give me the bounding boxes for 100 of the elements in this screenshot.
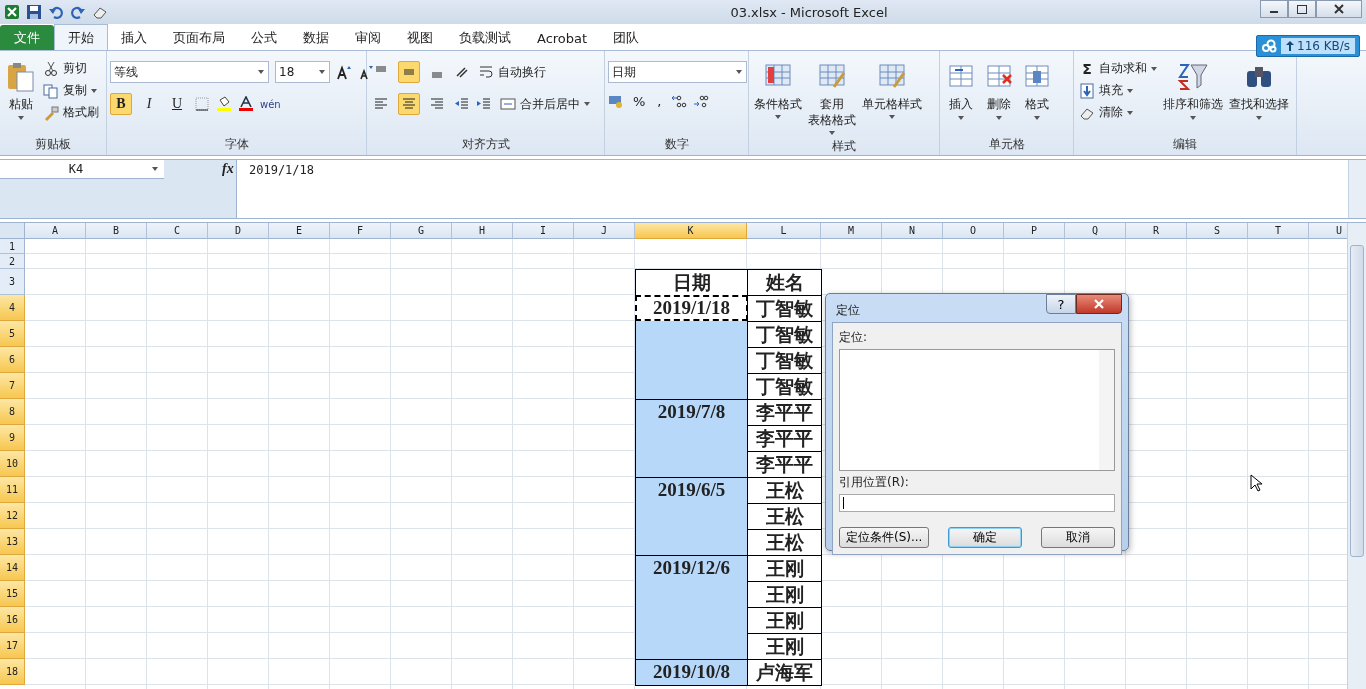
go-to-list[interactable] [839, 349, 1115, 471]
cells-button[interactable]: 格式 [1019, 59, 1055, 122]
row-header[interactable]: 9 [0, 425, 25, 451]
ribbon-tab[interactable]: 公式 [238, 26, 290, 50]
name-box[interactable]: K4 [0, 160, 164, 179]
currency-icon[interactable] [608, 93, 624, 109]
ribbon-tab[interactable]: 数据 [290, 26, 342, 50]
editing-button[interactable]: 查找和选择 [1227, 59, 1291, 122]
column-header[interactable]: O [943, 223, 1004, 239]
decrease-decimal-icon[interactable] [692, 93, 709, 109]
shrink-font-icon[interactable] [358, 64, 374, 80]
wrap-text-button[interactable]: 自动换行 [476, 62, 548, 82]
column-header[interactable]: H [452, 223, 513, 239]
close-button[interactable] [1316, 0, 1362, 18]
autosum-button[interactable]: Σ 自动求和 [1077, 59, 1159, 78]
ribbon-tab[interactable]: Acrobat [524, 26, 601, 50]
column-header[interactable]: S [1187, 223, 1248, 239]
redo-icon[interactable] [70, 4, 86, 20]
row-header[interactable]: 3 [0, 269, 25, 295]
fill-color-icon[interactable] [216, 96, 232, 112]
column-header[interactable]: T [1248, 223, 1309, 239]
font-style-button[interactable]: I [138, 93, 160, 115]
style-button[interactable]: 单元格样式 [860, 59, 924, 121]
horizontal-align-icon[interactable] [398, 93, 420, 115]
number-format-field[interactable]: 日期 [608, 61, 747, 83]
row-header[interactable]: 13 [0, 529, 25, 555]
column-header[interactable]: M [821, 223, 882, 239]
row-header[interactable]: 1 [0, 239, 25, 254]
font-color-icon[interactable] [238, 96, 254, 112]
copy-button[interactable]: 复制 [41, 81, 101, 100]
column-header[interactable]: G [391, 223, 452, 239]
style-button[interactable]: 条件格式 [752, 59, 804, 121]
row-header[interactable]: 18 [0, 659, 25, 685]
ribbon-tab[interactable]: 团队 [600, 26, 653, 50]
column-header[interactable]: N [882, 223, 943, 239]
column-header[interactable]: F [330, 223, 391, 239]
column-header[interactable]: B [86, 223, 147, 239]
row-header[interactable]: 12 [0, 503, 25, 529]
column-header[interactable]: E [269, 223, 330, 239]
row-header[interactable]: 14 [0, 555, 25, 581]
editing-button[interactable]: 排序和筛选 [1161, 59, 1225, 122]
merge-center-button[interactable]: 合并后居中 [498, 94, 592, 114]
column-header[interactable]: A [25, 223, 86, 239]
column-header[interactable]: D [208, 223, 269, 239]
row-header[interactable]: 17 [0, 633, 25, 659]
formula-field[interactable]: 2019/1/18 [237, 160, 1348, 218]
borders-icon[interactable] [194, 96, 210, 112]
row-header[interactable]: 11 [0, 477, 25, 503]
vertical-align-icon[interactable] [398, 61, 420, 83]
column-header[interactable]: K [635, 223, 747, 239]
minimize-button[interactable] [1260, 0, 1288, 18]
row-header[interactable]: 10 [0, 451, 25, 477]
help-button[interactable]: ? [1046, 294, 1076, 314]
cells-button[interactable]: 插入 [943, 59, 979, 122]
orientation-icon[interactable] [454, 64, 470, 80]
ribbon-tab[interactable]: 视图 [394, 26, 446, 50]
dialog-button[interactable]: 定位条件(S)... [839, 527, 930, 548]
fill-button[interactable]: 填充 [1077, 81, 1159, 100]
column-header[interactable]: R [1126, 223, 1187, 239]
close-button[interactable] [1076, 294, 1122, 314]
column-header[interactable]: P [1004, 223, 1065, 239]
column-header[interactable]: J [574, 223, 635, 239]
maximize-button[interactable] [1288, 0, 1316, 18]
ribbon-tab[interactable]: 插入 [108, 26, 160, 50]
column-header[interactable]: Q [1065, 223, 1126, 239]
cut-button[interactable]: 剪切 [41, 59, 101, 78]
row-header[interactable]: 15 [0, 581, 25, 607]
save-icon[interactable] [26, 4, 42, 20]
vertical-scrollbar[interactable] [1347, 223, 1366, 689]
paste-button[interactable]: 粘贴 [3, 59, 39, 122]
ribbon-tab[interactable]: 负载测试 [446, 26, 524, 50]
grow-font-icon[interactable] [336, 64, 352, 80]
row-header[interactable]: 4 [0, 295, 25, 321]
font-name-field[interactable]: 等线 [110, 61, 269, 83]
dialog-button[interactable]: 取消 [1041, 527, 1115, 548]
row-header[interactable]: 6 [0, 347, 25, 373]
style-button[interactable]: 套用 表格格式 [806, 59, 858, 137]
increase-decimal-icon[interactable] [670, 93, 687, 109]
column-header[interactable]: I [513, 223, 574, 239]
column-header[interactable]: C [147, 223, 208, 239]
row-header[interactable]: 5 [0, 321, 25, 347]
file-tab[interactable]: 文件 [0, 25, 54, 50]
column-header[interactable]: U [1309, 223, 1347, 239]
row-header[interactable]: 16 [0, 607, 25, 633]
ribbon-tab[interactable]: 开始 [54, 24, 108, 50]
formula-scrollbar[interactable] [1348, 160, 1366, 218]
row-header[interactable]: 2 [0, 254, 25, 269]
scroll-thumb[interactable] [1350, 245, 1364, 557]
column-header[interactable]: L [747, 223, 821, 239]
insert-function-button[interactable]: fx [222, 160, 234, 178]
ribbon-tab[interactable]: 审阅 [342, 26, 394, 50]
font-size-field[interactable]: 18 [275, 61, 330, 83]
reference-field[interactable] [839, 494, 1115, 512]
cells-button[interactable]: 删除 [981, 59, 1017, 122]
clear-button[interactable]: 清除 [1077, 103, 1159, 122]
excel-logo-icon[interactable] [4, 4, 20, 20]
row-header[interactable]: 8 [0, 399, 25, 425]
dialog-button[interactable]: 确定 [948, 527, 1023, 548]
format-painter-button[interactable]: 格式刷 [41, 103, 101, 122]
font-style-button[interactable]: B [110, 93, 132, 115]
